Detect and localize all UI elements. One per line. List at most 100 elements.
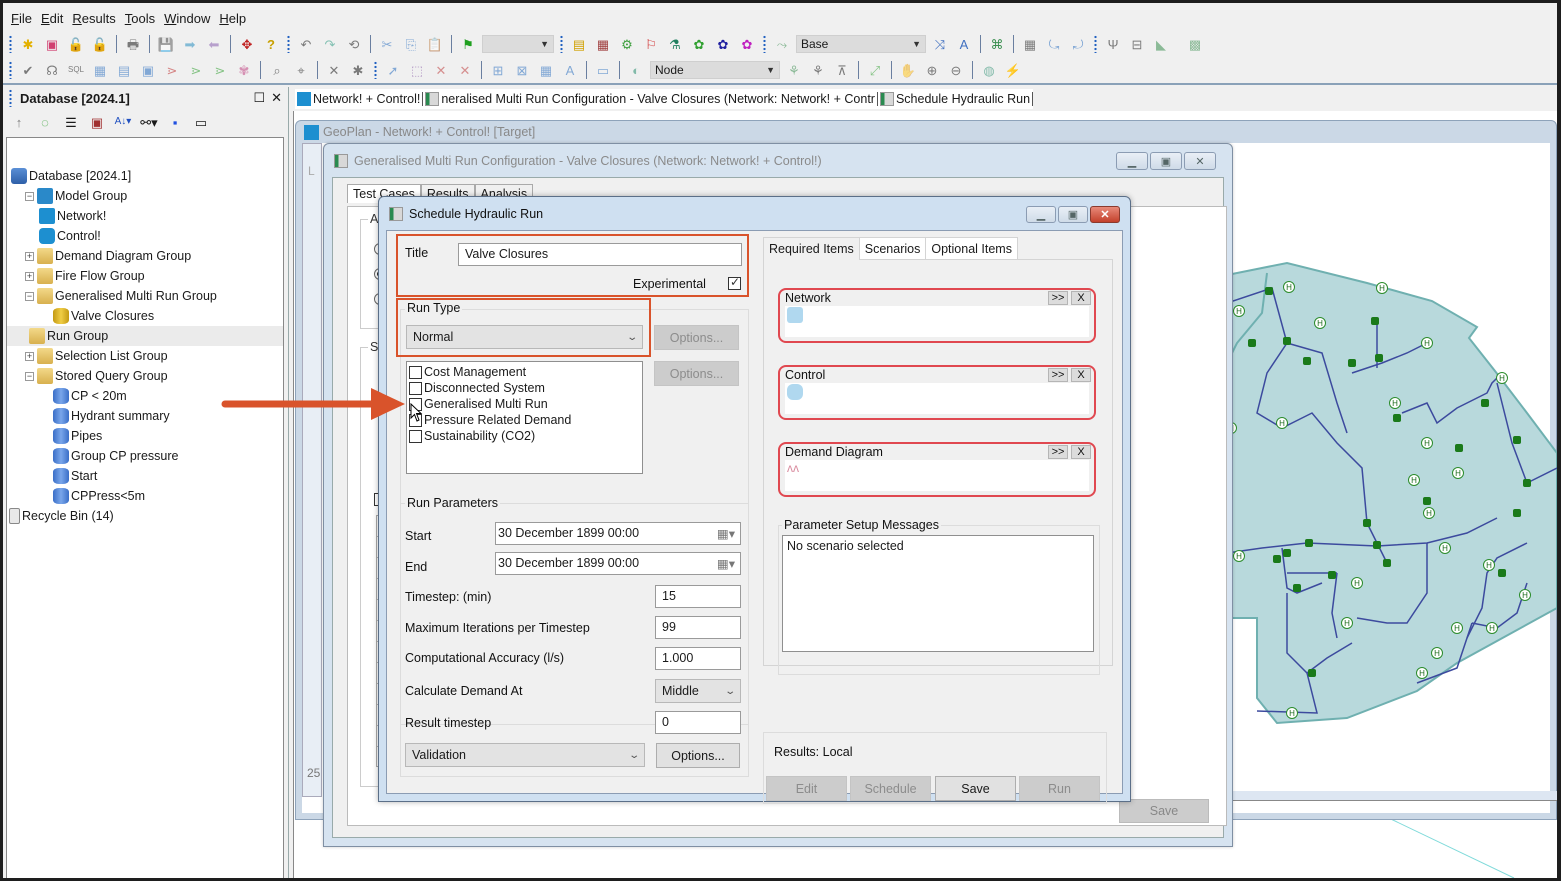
select-cross-icon[interactable]: ✕ xyxy=(431,60,451,80)
tree-icon[interactable]: ▪ xyxy=(165,112,185,132)
brain-icon[interactable]: ✾ xyxy=(234,60,254,80)
node-pink-icon[interactable]: ✿ xyxy=(737,34,757,54)
copy-icon[interactable]: ⎘ xyxy=(401,34,421,54)
tree-item[interactable]: Network! xyxy=(7,206,283,226)
print-icon[interactable]: 🖶 xyxy=(123,34,143,54)
import-icon[interactable]: ⬅ xyxy=(204,34,224,54)
selection-icon[interactable]: ⚐ xyxy=(641,34,661,54)
new-database-icon[interactable]: ✱ xyxy=(18,34,38,54)
node-tool-alt-icon[interactable]: ⚘ xyxy=(808,60,828,80)
flag-icon[interactable]: ⚑ xyxy=(458,34,478,54)
run-type-select[interactable]: Normal ⌄ xyxy=(406,325,643,349)
menu-edit[interactable]: Edit xyxy=(41,9,72,26)
node-green-icon[interactable]: ✿ xyxy=(689,34,709,54)
tree-item[interactable]: + Demand Diagram Group xyxy=(7,246,283,266)
network-drop-area[interactable] xyxy=(785,306,1089,337)
save-icon[interactable]: 💾 xyxy=(156,34,176,54)
open-icon[interactable]: 🔓 xyxy=(66,34,86,54)
tab-scenarios[interactable]: Scenarios xyxy=(858,237,927,259)
frame-icon[interactable]: ⊞ xyxy=(488,60,508,80)
pan-icon[interactable]: ✋ xyxy=(898,60,918,80)
zoom-in-icon[interactable]: ⊕ xyxy=(922,60,942,80)
find-binoculars-icon[interactable]: ⚯▾ xyxy=(139,112,159,132)
node-blue-icon[interactable]: ✿ xyxy=(713,34,733,54)
map-layers-icon[interactable]: ▩ xyxy=(1185,34,1205,54)
max-iterations-input[interactable]: 99 xyxy=(655,616,741,639)
tree-item[interactable]: Start xyxy=(7,466,283,486)
run-option-item[interactable]: Sustainability (CO2) xyxy=(409,428,642,444)
zoom-out-icon[interactable]: ⊖ xyxy=(946,60,966,80)
tree-item[interactable]: − Stored Query Group xyxy=(7,366,283,386)
calendar-dropdown-icon[interactable]: ▦▾ xyxy=(717,556,735,571)
restore-icon[interactable]: ☐ xyxy=(253,90,265,106)
save-button[interactable]: Save xyxy=(935,776,1016,801)
expand-icon[interactable]: + xyxy=(25,351,34,361)
cut-icon[interactable]: ✂ xyxy=(377,34,397,54)
tree-item[interactable]: Run Group xyxy=(7,326,283,346)
people-icon[interactable]: ☊ xyxy=(42,60,62,80)
run-option-checkbox[interactable] xyxy=(409,365,422,379)
result-timestep-input[interactable]: 0 xyxy=(655,711,741,734)
node-tool-3-icon[interactable]: ⊼ xyxy=(832,60,852,80)
tab-required-items[interactable]: Required Items xyxy=(763,237,860,260)
paste-icon[interactable]: 📋 xyxy=(425,34,445,54)
menu-window[interactable]: Window xyxy=(164,9,219,26)
new-run-icon[interactable]: ▤ xyxy=(569,34,589,54)
collapse-icon[interactable]: − xyxy=(25,291,34,301)
find-xy-icon[interactable]: ⌖ xyxy=(291,60,311,80)
pipe-break-icon[interactable]: ⚡ xyxy=(1003,60,1023,80)
layer-combo[interactable]: Node ▼ xyxy=(650,61,780,79)
trace-icon[interactable]: Ψ xyxy=(1103,34,1123,54)
scenario-icon[interactable]: ⤳ xyxy=(772,34,792,54)
doc-tab-schedule-run[interactable]: Schedule Hydraulic Run xyxy=(878,92,1034,106)
collapse-icon[interactable]: − xyxy=(25,191,34,201)
table-links-icon[interactable]: ▤ xyxy=(114,60,134,80)
grid-table-icon[interactable]: ▦ xyxy=(90,60,110,80)
flow-icon[interactable]: ⤿ xyxy=(1044,34,1064,54)
export-icon[interactable]: ➡ xyxy=(180,34,200,54)
tree-item[interactable]: Database [2024.1] xyxy=(7,166,283,186)
table-view-icon[interactable]: ▣ xyxy=(138,60,158,80)
collapse-icon[interactable]: − xyxy=(25,371,34,381)
close-button[interactable]: ✕ xyxy=(1184,152,1216,170)
flow-alt-icon[interactable]: ⤾ xyxy=(1068,34,1088,54)
refresh-icon[interactable]: ◌ xyxy=(35,112,55,132)
expand-icon[interactable]: + xyxy=(25,251,34,261)
tree-item[interactable]: Control! xyxy=(7,226,283,246)
select-area-icon[interactable]: ⬚ xyxy=(407,60,427,80)
scenario-edit-icon[interactable]: ⤨ xyxy=(930,34,950,54)
network-map[interactable]: HHHHHHHHHHHHHHHHHHHHHHHHH xyxy=(1227,243,1557,763)
control-drop-area[interactable] xyxy=(785,383,1089,414)
validation-select[interactable]: Validation ⌄ xyxy=(405,743,645,767)
toolbar-grip[interactable] xyxy=(9,61,12,79)
close-button[interactable]: ✕ xyxy=(1090,206,1120,223)
redo-icon[interactable]: ↷ xyxy=(320,34,340,54)
accuracy-input[interactable]: 1.000 xyxy=(655,647,741,670)
frame-alt-icon[interactable]: ⊠ xyxy=(512,60,532,80)
profile-icon[interactable]: ⊟ xyxy=(1127,34,1147,54)
properties-icon[interactable]: ▣ xyxy=(87,112,107,132)
refresh-icon[interactable]: ⟲ xyxy=(344,34,364,54)
select-demand-diagram-button[interactable]: >> xyxy=(1048,444,1068,459)
close-icon[interactable]: ✕ xyxy=(271,90,282,106)
grid-alt-icon[interactable]: ▦ xyxy=(536,60,556,80)
menu-file[interactable]: File xyxy=(11,9,41,26)
scenario-compare-icon[interactable]: A xyxy=(954,34,974,54)
run-option-checkbox[interactable] xyxy=(409,429,422,443)
list-view-icon[interactable]: ☰ xyxy=(61,112,81,132)
tree-item[interactable]: Recycle Bin (14) xyxy=(7,506,283,526)
demand-at-select[interactable]: Middle ⌄ xyxy=(655,679,741,703)
open-alt-icon[interactable]: 🔓 xyxy=(90,34,110,54)
maximize-button[interactable]: ▣ xyxy=(1150,152,1182,170)
bug-icon[interactable]: ✱ xyxy=(348,60,368,80)
network-tools-icon[interactable]: ⚙ xyxy=(617,34,637,54)
scenario-tree-icon[interactable]: ⌘ xyxy=(987,34,1007,54)
tree-item[interactable]: − Model Group xyxy=(7,186,283,206)
blank-combo[interactable]: ▼ xyxy=(482,35,554,53)
tab-optional-items[interactable]: Optional Items xyxy=(925,237,1018,259)
browse-icon[interactable]: ▭ xyxy=(191,112,211,132)
globe-icon[interactable]: ◍ xyxy=(979,60,999,80)
experimental-checkbox[interactable] xyxy=(728,275,741,290)
tree-item[interactable]: + Selection List Group xyxy=(7,346,283,366)
maximize-button[interactable]: ▣ xyxy=(1058,206,1088,223)
